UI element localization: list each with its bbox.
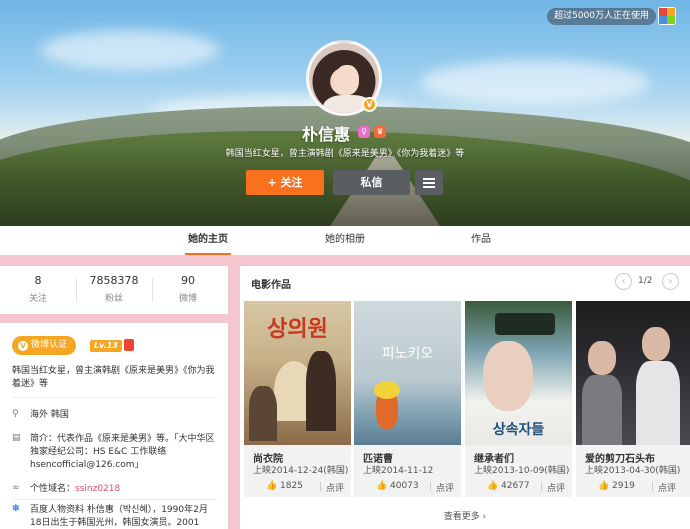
profile-tabs: 她的主页 她的相册 作品 [0,226,690,255]
baidu-paw-icon: ✽ [12,504,20,514]
films-title: 电影作品 [251,280,291,291]
stat-followers[interactable]: 7858378 粉丝 [76,274,152,304]
film-card[interactable]: 피노키오 匹诺曹 上映2014-11-12 👍 40073 点评 [354,301,461,497]
message-button[interactable]: 私信 [333,170,410,195]
verify-badge[interactable]: V 微博认证 [12,336,77,355]
verified-v-icon: V [362,97,377,112]
female-icon: ♀ [358,126,370,138]
prev-page-button[interactable]: ‹ [615,273,632,290]
stats-panel: 8 关注 7858378 粉丝 90 微博 [0,266,228,314]
profile-card-icon: ▤ [12,433,21,443]
thumbs-up-icon[interactable]: 👍 [598,481,609,491]
review-link[interactable]: 点评 [326,481,344,494]
weibo-app-icon[interactable] [658,7,676,25]
profile-name: 朴信惠 [302,125,351,144]
films-panel: 电影作品 ‹ 1/2 › 상의원 尚衣院 上映2014-12-24(韩国) 👍 … [240,266,690,529]
location-row: ⚲ 海外 韩国 [12,409,69,421]
thumbs-up-icon[interactable]: 👍 [487,481,498,491]
film-card[interactable]: 爱的剪刀石头布 上映2013-04-30(韩国) 👍 2919 点评 [576,301,690,497]
user-count-badge: 超过5000万人正在使用 [547,8,656,25]
vip-icon[interactable]: ♛ [374,126,386,138]
film-poster[interactable]: 상의원 [244,301,351,445]
review-link[interactable]: 点评 [547,481,565,494]
verified-v-icon: V [18,341,28,351]
profile-info-panel: V 微博认证 Lv.13 韩国当红女星，曾主演韩剧《原来是美男》《你为我着迷》等 … [0,323,228,529]
profile-cover: 超过5000万人正在使用 V 朴信惠 ♀ ♛ 韩国当红女星，曾主演韩剧《原来是美… [0,0,690,226]
red-envelope-icon[interactable] [124,339,134,351]
verify-description: 韩国当红女星，曾主演韩剧《原来是美男》《你为我着迷》等 [12,366,215,389]
next-page-button[interactable]: › [662,273,679,290]
intro-row: ▤ 简介：代表作品《原来是美男》等。「大中华区独家经纪公司：HS E&C 工作联… [12,433,215,471]
more-menu-button[interactable] [415,170,443,195]
menu-icon [415,170,443,188]
film-poster[interactable]: 피노키오 [354,301,461,445]
follow-button[interactable]: + 关注 [246,170,324,195]
thumbs-up-icon[interactable]: 👍 [266,481,277,491]
see-more-link[interactable]: 查看更多 › [240,509,690,522]
location-pin-icon: ⚲ [12,409,19,419]
stat-following[interactable]: 8 关注 [0,274,76,304]
film-poster[interactable]: 상속자들 [465,301,572,445]
tab-home[interactable]: 她的主页 [185,226,231,255]
domain-row: ∞ 个性域名：ssinz0218 [12,483,121,495]
baike-row: ✽ 百度人物资料 朴信惠（박신혜），1990年2月18日出生于韩国光州，韩国女演… [12,504,208,529]
film-card[interactable]: 상속자들 继承者们 上映2013-10-09(韩国) 👍 42677 点评 [465,301,572,497]
level-badge[interactable]: Lv.13 [90,340,122,352]
review-link[interactable]: 点评 [436,481,454,494]
tab-album[interactable]: 她的相册 [322,226,368,255]
link-icon: ∞ [12,483,20,493]
cloud [420,60,650,105]
film-poster[interactable] [576,301,690,445]
stat-posts[interactable]: 90 微博 [150,274,226,304]
profile-bio: 韩国当红女星，曾主演韩剧《原来是美男》《你为我着迷》等 [225,149,465,159]
film-card[interactable]: 상의원 尚衣院 上映2014-12-24(韩国) 👍 1825 点评 [244,301,351,497]
page-indicator: 1/2 [638,276,653,286]
tab-works[interactable]: 作品 [466,226,496,255]
cloud [40,30,220,70]
domain-link[interactable]: ssinz0218 [75,484,120,494]
review-link[interactable]: 点评 [658,481,676,494]
thumbs-up-icon[interactable]: 👍 [376,481,387,491]
